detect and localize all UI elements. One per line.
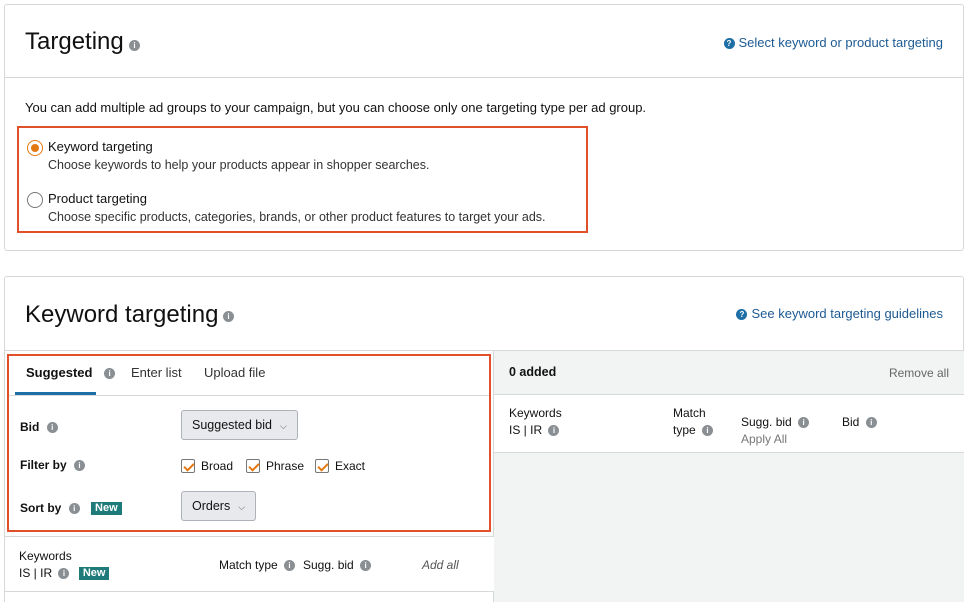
info-icon[interactable]: i	[104, 368, 116, 380]
info-icon[interactable]: i	[223, 311, 234, 322]
chevron-down-icon: ⌵	[238, 502, 246, 512]
match-type-filters: Broad Phrase Exact	[181, 459, 401, 475]
suggested-keywords-header: Keywords IS | IR i New Match type i Sugg…	[5, 536, 494, 592]
sort-dropdown[interactable]: Orders ⌵	[181, 491, 257, 521]
remove-all-button[interactable]: Remove all	[889, 366, 949, 380]
apply-all-button[interactable]: Apply All	[741, 432, 787, 446]
info-icon[interactable]: i	[58, 568, 70, 580]
targeting-title: Targeting	[25, 28, 124, 55]
targeting-type-options: Keyword targeting Choose keywords to hel…	[17, 126, 588, 233]
info-icon[interactable]: i	[865, 417, 877, 429]
new-badge: New	[78, 567, 110, 581]
active-tab-indicator	[15, 392, 96, 395]
sugg-bid-text: Sugg. bid	[303, 558, 354, 572]
keywords-column-label: Keywords	[509, 406, 562, 420]
option-description: Choose keywords to help your products ap…	[48, 158, 430, 172]
keywords-column-label: Keywords	[19, 549, 72, 563]
bid-text: Bid	[842, 415, 860, 429]
bid-dropdown[interactable]: Suggested bid ⌵	[181, 410, 298, 440]
chevron-down-icon: ⌵	[279, 421, 287, 431]
exact-label: Exact	[335, 459, 366, 473]
broad-checkbox[interactable]	[181, 459, 195, 473]
match-type-column: Match type i	[219, 558, 296, 572]
bid-dropdown-value: Suggested bid	[192, 418, 272, 432]
help-icon: ?	[736, 309, 748, 320]
exact-checkbox[interactable]	[315, 459, 329, 473]
info-icon[interactable]: i	[284, 560, 296, 572]
match-label: Match	[673, 406, 706, 420]
added-keywords-header: Keywords IS | IR i Match type i Sugg. bi…	[494, 395, 964, 453]
keyword-guidelines-link[interactable]: ? See keyword targeting guidelines	[736, 306, 943, 321]
help-link-text: Select keyword or product targeting	[738, 35, 944, 50]
info-icon[interactable]: i	[360, 560, 372, 572]
added-count: 0 added	[509, 365, 557, 379]
info-icon[interactable]: i	[798, 417, 810, 429]
tab-upload-file[interactable]: Upload file	[204, 365, 265, 380]
filter-label-text: Filter by	[20, 458, 67, 472]
add-all-button[interactable]: Add all	[422, 558, 459, 572]
phrase-label: Phrase	[266, 459, 305, 473]
is-ir-text: IS | IR	[19, 566, 53, 580]
option-label: Keyword targeting	[48, 139, 153, 154]
info-icon[interactable]: i	[46, 422, 58, 434]
phrase-checkbox[interactable]	[246, 459, 260, 473]
keyword-targeting-header: Keyword targeting i ? See keyword targeti…	[5, 277, 963, 351]
option-description: Choose specific products, categories, br…	[48, 210, 546, 224]
sugg-bid-column: Sugg. bid i	[741, 415, 810, 429]
product-targeting-radio[interactable]	[27, 192, 43, 208]
tab-suggested[interactable]: Suggested i	[26, 365, 116, 380]
targeting-header: Targeting i ? Select keyword or product t…	[5, 5, 963, 78]
match-type-text: Match type	[219, 558, 278, 572]
type-label: type i	[673, 423, 714, 437]
info-icon[interactable]: i	[129, 40, 140, 51]
added-keywords-column: 0 added Remove all Keywords IS | IR i Ma…	[494, 351, 964, 602]
sort-label-text: Sort by	[20, 501, 62, 515]
select-targeting-help-link[interactable]: ? Select keyword or product targeting	[723, 35, 944, 50]
tab-suggested-label: Suggested	[26, 365, 93, 380]
info-icon[interactable]: i	[74, 460, 86, 472]
sugg-bid-text: Sugg. bid	[741, 415, 792, 429]
info-icon[interactable]: i	[702, 425, 714, 437]
suggestion-filters: Suggested i Enter list Upload file Bid i…	[7, 354, 491, 532]
tab-enter-list[interactable]: Enter list	[131, 365, 182, 380]
broad-label: Broad	[201, 459, 234, 473]
keyword-targeting-title: Keyword targeting	[25, 301, 219, 328]
sort-dropdown-value: Orders	[192, 499, 231, 513]
bid-label: Bid i	[20, 420, 58, 434]
targeting-description: You can add multiple ad groups to your c…	[25, 100, 647, 115]
added-keywords-toolbar: 0 added Remove all	[494, 351, 964, 395]
suggestions-column: Suggested i Enter list Upload file Bid i…	[5, 351, 494, 602]
type-text: type	[673, 423, 696, 437]
targeting-panel: Targeting i ? Select keyword or product t…	[4, 4, 964, 251]
sugg-bid-column: Sugg. bid i	[303, 558, 372, 572]
sort-label: Sort by i New	[20, 501, 122, 516]
keyword-targeting-radio[interactable]	[27, 140, 43, 156]
help-icon: ?	[723, 38, 735, 49]
option-label: Product targeting	[48, 191, 148, 206]
is-ir-label: IS | IR i	[509, 423, 560, 437]
is-ir-text: IS | IR	[509, 423, 543, 437]
is-ir-label: IS | IR i New	[19, 566, 110, 581]
info-icon[interactable]: i	[548, 425, 560, 437]
keyword-source-tabs: Suggested i Enter list Upload file	[9, 356, 489, 396]
filter-label: Filter by i	[20, 458, 86, 472]
keyword-targeting-panel: Keyword targeting i ? See keyword targeti…	[4, 276, 964, 602]
new-badge: New	[91, 502, 122, 516]
info-icon[interactable]: i	[68, 503, 80, 515]
guidelines-link-text: See keyword targeting guidelines	[751, 306, 943, 321]
bid-column: Bid i	[842, 415, 877, 429]
bid-label-text: Bid	[20, 420, 40, 434]
